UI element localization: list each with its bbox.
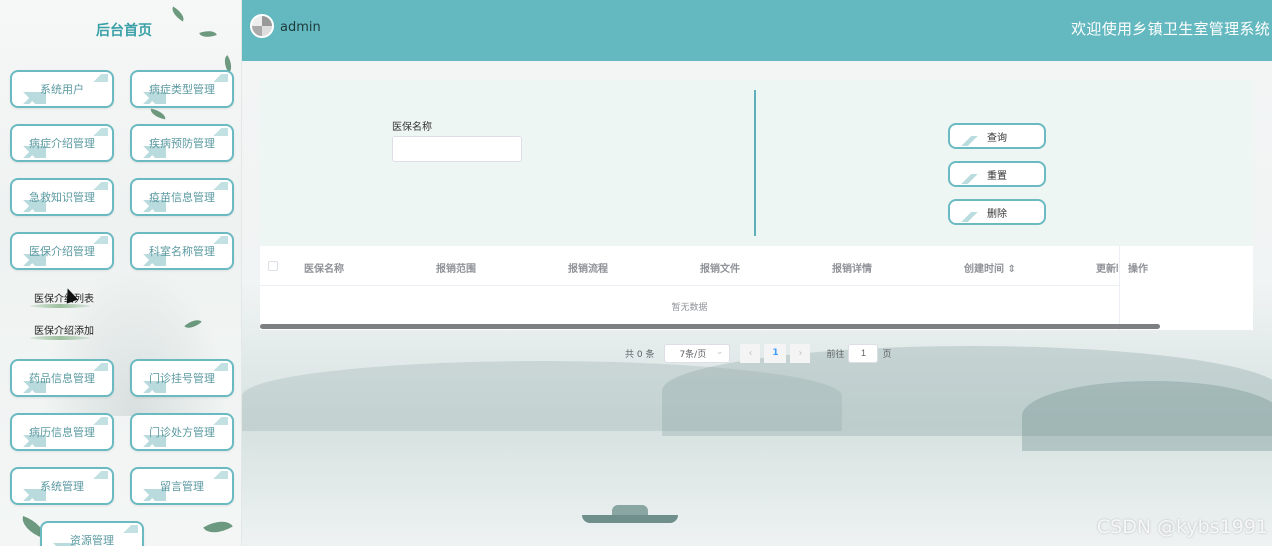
panel-divider bbox=[754, 90, 756, 236]
menu-disease-intro[interactable]: 病症介绍管理 bbox=[10, 124, 114, 162]
delete-button[interactable]: 删除 bbox=[948, 199, 1046, 225]
leaf-decoration bbox=[149, 108, 167, 120]
menu-label: 系统管理 bbox=[40, 480, 84, 493]
insurance-name-input[interactable] bbox=[392, 136, 522, 162]
menu-label: 系统用户 bbox=[40, 83, 84, 96]
home-link[interactable]: 后台首页 bbox=[96, 20, 152, 40]
top-header: admin 欢迎使用乡镇卫生室管理系统 bbox=[242, 0, 1272, 61]
col-process: 报销流程 bbox=[568, 264, 608, 275]
submenu-underline bbox=[30, 336, 90, 340]
data-table: 医保名称 报销范围 报销流程 报销文件 报销详情 创建时间 ⇕ 更新时 暂无数据… bbox=[260, 246, 1253, 330]
submenu-underline bbox=[30, 304, 90, 308]
page-size-select[interactable]: 7条/页 ⌄ bbox=[664, 343, 731, 363]
menu-label: 急救知识管理 bbox=[29, 191, 95, 204]
pagination: 共 0 条 7条/页 ⌄ ‹ 1 › 前往 页 bbox=[625, 343, 891, 363]
col-created-label: 创建时间 bbox=[964, 264, 1004, 275]
boat-cabin bbox=[612, 505, 648, 515]
leaf-decoration bbox=[169, 6, 187, 22]
prev-page-button[interactable]: ‹ bbox=[740, 343, 761, 363]
col-updated-time: 更新时 bbox=[1096, 264, 1118, 275]
menu-system[interactable]: 系统管理 bbox=[10, 467, 114, 505]
landscape-decoration bbox=[1022, 381, 1272, 451]
leaf-decoration bbox=[203, 514, 233, 540]
empty-state: 暂无数据 bbox=[671, 303, 708, 313]
col-file: 报销文件 bbox=[700, 264, 740, 275]
boat-decoration bbox=[582, 503, 678, 523]
submenu-insurance-add[interactable]: 医保介绍添加 bbox=[30, 322, 94, 340]
total-count: 共 0 条 bbox=[625, 349, 655, 360]
avatar[interactable] bbox=[250, 14, 274, 38]
goto-page-input[interactable] bbox=[848, 343, 879, 363]
menu-system-user[interactable]: 系统用户 bbox=[10, 70, 114, 108]
menu-label: 病历信息管理 bbox=[29, 426, 95, 439]
search-panel: 医保名称 查询 重置 删除 bbox=[260, 80, 1253, 246]
page-suffix: 页 bbox=[882, 349, 892, 360]
menu-label: 医保介绍管理 bbox=[29, 245, 95, 258]
menu-disease-prevention[interactable]: 疾病预防管理 bbox=[130, 124, 234, 162]
menu-label: 药品信息管理 bbox=[29, 372, 95, 385]
chevron-down-icon: ⌄ bbox=[715, 346, 724, 357]
col-detail: 报销详情 bbox=[832, 264, 872, 275]
menu-label: 疫苗信息管理 bbox=[149, 191, 215, 204]
menu-label: 科室名称管理 bbox=[149, 245, 215, 258]
menu-resource[interactable]: 资源管理 bbox=[40, 521, 144, 546]
boat-hull bbox=[582, 515, 678, 523]
leaf-decoration bbox=[199, 27, 217, 41]
menu-label: 病症介绍管理 bbox=[29, 137, 95, 150]
menu-first-aid[interactable]: 急救知识管理 bbox=[10, 178, 114, 216]
col-insurance-name: 医保名称 bbox=[304, 264, 344, 275]
menu-label: 资源管理 bbox=[70, 534, 114, 546]
reset-button[interactable]: 重置 bbox=[948, 161, 1046, 187]
operations-column: 操作 bbox=[1119, 246, 1253, 330]
sort-icon[interactable]: ⇕ bbox=[1007, 264, 1015, 275]
button-label: 删除 bbox=[987, 208, 1007, 220]
menu-message[interactable]: 留言管理 bbox=[130, 467, 234, 505]
button-label: 查询 bbox=[987, 132, 1007, 144]
page-size-value: 7条/页 bbox=[679, 349, 707, 360]
username[interactable]: admin bbox=[280, 20, 321, 35]
site-title: 欢迎使用乡镇卫生室管理系统 bbox=[1071, 20, 1270, 38]
col-scope: 报销范围 bbox=[436, 264, 476, 275]
page-number-current[interactable]: 1 bbox=[764, 343, 787, 363]
menu-label: 病症类型管理 bbox=[149, 83, 215, 96]
button-label: 重置 bbox=[987, 170, 1007, 182]
chevron-left-icon: ‹ bbox=[748, 347, 753, 359]
menu-label: 门诊处方管理 bbox=[149, 426, 215, 439]
query-button[interactable]: 查询 bbox=[948, 123, 1046, 149]
menu-label: 门诊挂号管理 bbox=[149, 372, 215, 385]
col-created-time[interactable]: 创建时间 ⇕ bbox=[964, 260, 1016, 275]
menu-department[interactable]: 科室名称管理 bbox=[130, 232, 234, 270]
menu-vaccine[interactable]: 疫苗信息管理 bbox=[130, 178, 234, 216]
goto-label: 前往 bbox=[826, 349, 845, 360]
insurance-name-label: 医保名称 bbox=[392, 122, 432, 133]
table-header: 医保名称 报销范围 报销流程 报销文件 报销详情 创建时间 ⇕ 更新时 bbox=[260, 246, 1253, 286]
menu-medical-record[interactable]: 病历信息管理 bbox=[10, 413, 114, 451]
menu-registration[interactable]: 门诊挂号管理 bbox=[130, 359, 234, 397]
menu-disease-type[interactable]: 病症类型管理 bbox=[130, 70, 234, 108]
watermark: CSDN @kybs1991 bbox=[1096, 516, 1268, 538]
menu-medicine[interactable]: 药品信息管理 bbox=[10, 359, 114, 397]
next-page-button[interactable]: › bbox=[790, 343, 811, 363]
menu-label: 疾病预防管理 bbox=[149, 137, 215, 150]
main-content: 医保名称 查询 重置 删除 医保名称 报销范围 报销流程 报销文件 报销详情 创… bbox=[242, 61, 1272, 546]
menu-label: 留言管理 bbox=[160, 480, 204, 493]
horizontal-scrollbar[interactable] bbox=[260, 324, 1160, 329]
select-all-checkbox[interactable] bbox=[268, 261, 278, 271]
menu-prescription[interactable]: 门诊处方管理 bbox=[130, 413, 234, 451]
menu-insurance-intro[interactable]: 医保介绍管理 bbox=[10, 232, 114, 270]
col-operations: 操作 bbox=[1128, 264, 1148, 275]
chevron-right-icon: › bbox=[798, 347, 803, 359]
sidebar: 后台首页 系统用户 病症类型管理 病症介绍管理 疾病预防管理 急救知识管理 疫苗… bbox=[0, 0, 242, 546]
